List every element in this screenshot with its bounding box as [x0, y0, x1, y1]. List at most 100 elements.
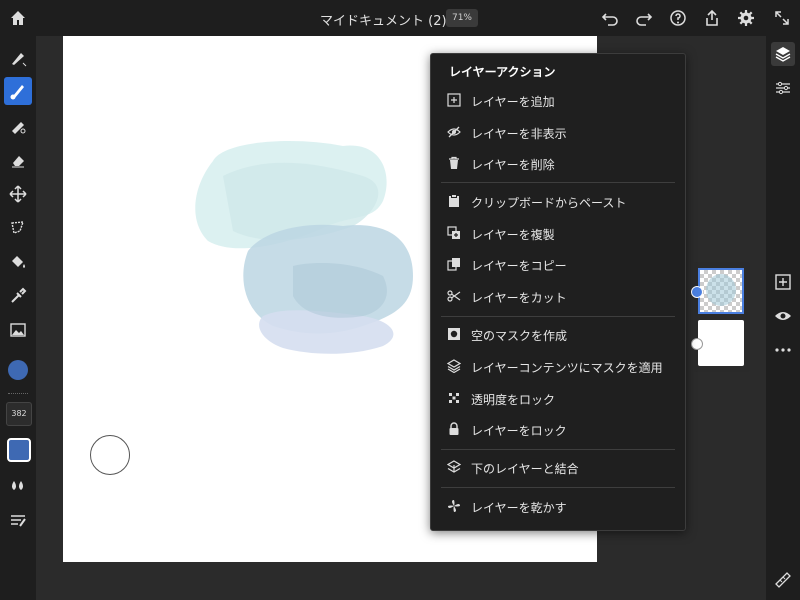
right-toolbar: [766, 36, 800, 600]
visibility-button[interactable]: [771, 304, 795, 328]
fan-icon: [448, 500, 460, 512]
eyedropper-tool[interactable]: [4, 282, 32, 310]
vector-brush-tool[interactable]: [4, 112, 32, 140]
thumbnail-blob: [706, 274, 736, 306]
menu-item-label: レイヤーコンテンツにマスクを適用: [471, 361, 663, 375]
share-icon[interactable]: [702, 8, 722, 28]
layers-panel-button[interactable]: [771, 42, 795, 66]
fullscreen-icon[interactable]: [772, 8, 792, 28]
brush-adjust-tool[interactable]: [4, 506, 32, 534]
menu-separator: [441, 316, 675, 317]
vector-brush-icon: [12, 122, 26, 134]
transparency-lock-icon: [449, 393, 459, 403]
sliders-brush-icon: [11, 515, 26, 527]
more-dots-icon: [775, 348, 791, 352]
image-tool[interactable]: [4, 316, 32, 344]
top-bar: マイドキュメント (2) 71%: [0, 0, 800, 36]
more-options-button[interactable]: [771, 338, 795, 362]
fill-tool[interactable]: [4, 248, 32, 276]
menu-item-merge-down[interactable]: 下のレイヤーと結合: [441, 455, 675, 481]
menu-item-dry-layer[interactable]: レイヤーを乾かす: [441, 494, 675, 520]
clipboard-icon: [449, 194, 459, 207]
scissors-icon: [447, 290, 461, 302]
home-icon[interactable]: [8, 8, 28, 28]
menu-item-label: クリップボードからペースト: [471, 196, 627, 210]
layers-mask-icon: [447, 359, 461, 373]
menu-item-create-empty-mask[interactable]: 空のマスクを作成: [441, 322, 675, 348]
ruler-button[interactable]: [771, 568, 795, 592]
left-toolbar: 382: [0, 36, 36, 600]
live-brush-tool[interactable]: [4, 77, 32, 105]
toolbar-divider: [8, 393, 28, 396]
help-icon[interactable]: [668, 8, 688, 28]
move-icon: [9, 185, 27, 203]
pixel-brush-icon: [12, 53, 27, 67]
brush-cursor: [90, 435, 130, 475]
add-layer-button[interactable]: [771, 270, 795, 294]
layer-thumbnail-watercolor[interactable]: [698, 268, 744, 314]
menu-item-label: レイヤーを乾かす: [471, 501, 567, 515]
duplicate-icon: [447, 226, 460, 239]
image-icon: [10, 323, 26, 337]
layer-thumbnail-background[interactable]: [698, 320, 744, 366]
layers-icon: [775, 47, 791, 62]
menu-item-paste-clipboard[interactable]: クリップボードからペースト: [441, 189, 675, 215]
copy-icon: [447, 258, 460, 271]
undo-icon[interactable]: [600, 8, 620, 28]
merge-down-icon: [447, 460, 461, 473]
document-title[interactable]: マイドキュメント (2): [320, 10, 447, 29]
add-box-icon: [447, 93, 461, 107]
current-color-swatch[interactable]: [7, 438, 31, 462]
lasso-icon: [11, 221, 25, 234]
zoom-level[interactable]: 71%: [446, 9, 478, 27]
menu-item-lock-layer[interactable]: レイヤーをロック: [441, 417, 675, 443]
eye-icon: [775, 312, 791, 320]
watercolor-brush-icon: [10, 85, 24, 100]
pixel-brush-tool[interactable]: [4, 44, 32, 72]
drops-icon: [12, 481, 23, 490]
color-picker-button[interactable]: [8, 360, 28, 380]
sliders-icon: [776, 81, 790, 95]
eyedropper-icon: [11, 287, 27, 303]
move-tool[interactable]: [4, 180, 32, 208]
live-layer-badge-icon: [691, 286, 703, 298]
menu-item-copy-layer[interactable]: レイヤーをコピー: [441, 252, 675, 278]
menu-item-delete-layer[interactable]: レイヤーを削除: [441, 151, 675, 177]
trash-icon: [449, 156, 459, 169]
menu-item-label: レイヤーをカット: [471, 291, 567, 305]
add-box-icon: [775, 274, 791, 290]
menu-separator: [441, 182, 675, 183]
menu-item-apply-mask[interactable]: レイヤーコンテンツにマスクを適用: [441, 354, 675, 380]
menu-item-duplicate-layer[interactable]: レイヤーを複製: [441, 221, 675, 247]
mask-icon: [448, 328, 460, 340]
redo-icon[interactable]: [634, 8, 654, 28]
pixel-layer-badge-icon: [691, 338, 703, 350]
menu-item-hide-layer[interactable]: レイヤーを非表示: [441, 120, 675, 146]
menu-item-label: レイヤーをロック: [471, 424, 567, 438]
menu-item-label: レイヤーを削除: [471, 158, 555, 172]
menu-separator: [441, 487, 675, 488]
eraser-tool[interactable]: [4, 146, 32, 174]
lock-icon: [449, 422, 459, 435]
menu-item-label: 空のマスクを作成: [471, 329, 568, 343]
brush-size-value[interactable]: 382: [6, 402, 32, 426]
menu-item-cut-layer[interactable]: レイヤーをカット: [441, 284, 675, 310]
menu-item-label: レイヤーを非表示: [471, 127, 567, 141]
menu-separator: [441, 449, 675, 450]
gear-icon[interactable]: [736, 8, 756, 28]
menu-item-label: レイヤーを追加: [471, 95, 555, 109]
ruler-icon: [775, 572, 791, 588]
lasso-tool[interactable]: [4, 214, 32, 242]
layer-properties-button[interactable]: [771, 76, 795, 100]
menu-item-label: レイヤーを複製: [471, 228, 555, 242]
menu-title: レイヤーアクション: [449, 65, 556, 79]
brush-settings-tool[interactable]: [4, 472, 32, 500]
menu-item-label: レイヤーをコピー: [471, 259, 567, 273]
eraser-icon: [12, 156, 24, 168]
menu-item-lock-transparency[interactable]: 透明度をロック: [441, 386, 675, 412]
menu-item-label: 透明度をロック: [471, 393, 556, 407]
layer-stack: [691, 262, 750, 372]
menu-item-label: 下のレイヤーと結合: [471, 462, 579, 476]
menu-item-add-layer[interactable]: レイヤーを追加: [441, 88, 675, 114]
eye-off-icon: [447, 126, 461, 138]
